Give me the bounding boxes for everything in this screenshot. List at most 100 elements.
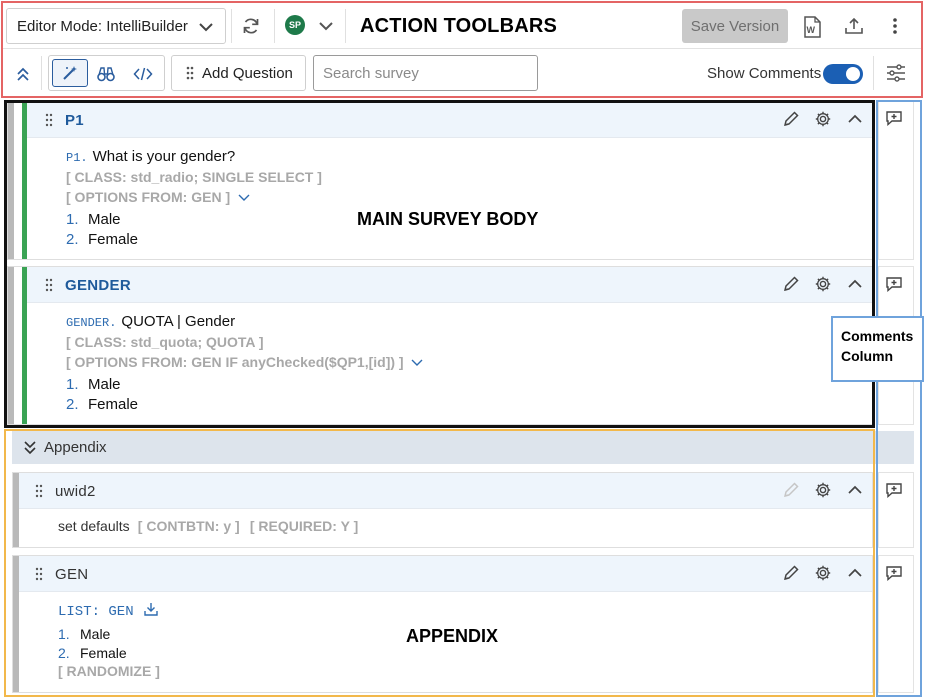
- add-comment-icon[interactable]: [885, 565, 903, 581]
- option-label: Female: [80, 645, 127, 661]
- comments-column-label: Comments Column: [831, 316, 924, 382]
- chevron-down-icon[interactable]: [411, 357, 423, 367]
- appendix-section-header[interactable]: Appendix: [12, 431, 914, 464]
- question-card-gender[interactable]: GENDER GENDER. QUOTA | Gender [ CLASS: st…: [7, 266, 873, 425]
- save-version-button[interactable]: Save Version: [682, 9, 788, 43]
- options-from-label: [ OPTIONS FROM: GEN ]: [66, 189, 231, 205]
- list-header: LIST: GEN: [58, 602, 862, 620]
- question-name: GENDER: [65, 277, 131, 294]
- word-document-icon: W: [804, 16, 821, 38]
- gear-icon[interactable]: [814, 481, 832, 499]
- editor-mode-select[interactable]: Editor Mode: IntelliBuilder: [6, 8, 226, 44]
- drag-handle-icon[interactable]: [35, 567, 43, 581]
- drag-handle-icon[interactable]: [45, 278, 53, 292]
- download-icon[interactable]: [144, 602, 158, 616]
- question-class-meta: [ CLASS: std_radio; SINGLE SELECT ]: [66, 169, 322, 185]
- option-number: 2.: [58, 645, 70, 661]
- share-export-button[interactable]: [842, 14, 866, 38]
- question-text: What is your gender?: [92, 148, 236, 165]
- drag-handle-icon[interactable]: [35, 484, 43, 498]
- question-actions: [782, 564, 864, 582]
- more-options-button[interactable]: [886, 14, 904, 38]
- option-number: 1.: [66, 211, 79, 228]
- filter-settings-button[interactable]: [885, 62, 907, 84]
- upload-icon: [845, 17, 863, 34]
- chevron-up-icon[interactable]: [846, 110, 864, 128]
- pencil-icon[interactable]: [782, 564, 800, 582]
- chevron-up-icon[interactable]: [846, 275, 864, 293]
- question-header: uwid2: [19, 473, 872, 509]
- add-question-label: Add Question: [202, 64, 293, 82]
- appendix-card-gen[interactable]: GEN LIST: GEN 1. Male 2. Female [ RANDOMIZ…: [12, 555, 873, 693]
- search-input[interactable]: [313, 55, 538, 91]
- comments-label-line2: Column: [841, 348, 894, 364]
- toolbar-row-2: Add Question Show Comments: [3, 50, 921, 96]
- kebab-menu-icon: [893, 18, 897, 34]
- pencil-icon: [783, 482, 799, 498]
- question-actions: [782, 110, 864, 128]
- binoculars-icon: [97, 67, 115, 82]
- gear-icon[interactable]: [814, 110, 832, 128]
- add-comment-icon[interactable]: [885, 482, 903, 498]
- option-label: Female: [88, 396, 139, 413]
- appendix-card-uwid2[interactable]: uwid2 set defaults [ CONTBTN: y ] [ REQU…: [12, 472, 873, 548]
- options-from-label: [ OPTIONS FROM: GEN IF anyChecked($QP1,[…: [66, 354, 404, 370]
- question-name: P1: [65, 112, 84, 129]
- preview-view-button[interactable]: [95, 64, 117, 84]
- question-header: GEN: [19, 556, 872, 592]
- edit-view-button[interactable]: [52, 59, 88, 87]
- question-text: set defaults: [58, 518, 130, 534]
- svg-text:W: W: [807, 25, 816, 35]
- show-comments-label: Show Comments: [707, 65, 822, 82]
- question-body: GENDER. QUOTA | Gender [ CLASS: std_quota…: [66, 313, 862, 413]
- question-indent-bar: [8, 102, 14, 259]
- option-number: 2.: [66, 396, 79, 413]
- divider: [873, 56, 874, 90]
- drag-handle-icon[interactable]: [45, 113, 53, 127]
- appendix-annotation-label: APPENDIX: [406, 626, 499, 646]
- collapse-all-button[interactable]: [12, 63, 34, 85]
- user-menu-button[interactable]: [315, 15, 337, 37]
- option-item: 2. Female: [66, 396, 862, 413]
- refresh-button[interactable]: [239, 14, 263, 38]
- chevron-down-icon: [319, 22, 333, 31]
- comments-label-line1: Comments: [841, 328, 914, 344]
- divider: [274, 9, 275, 43]
- divider: [231, 9, 232, 43]
- contbtn-meta: [ CONTBTN: y ]: [137, 518, 240, 534]
- main-survey-body-label: MAIN SURVEY BODY: [357, 209, 539, 229]
- add-comment-icon[interactable]: [885, 276, 903, 292]
- gear-icon[interactable]: [814, 564, 832, 582]
- question-options-meta[interactable]: [ OPTIONS FROM: GEN ]: [66, 189, 862, 205]
- option-item: 1. Male: [66, 376, 862, 393]
- view-mode-group: [48, 55, 165, 91]
- question-class-meta: [ CLASS: std_quota; QUOTA ]: [66, 334, 264, 350]
- code-view-button[interactable]: [131, 64, 155, 84]
- option-number: 2.: [66, 231, 79, 248]
- pencil-icon[interactable]: [782, 275, 800, 293]
- gear-icon[interactable]: [814, 275, 832, 293]
- chevron-down-icon[interactable]: [238, 192, 250, 202]
- pencil-icon[interactable]: [782, 110, 800, 128]
- question-options-meta[interactable]: [ OPTIONS FROM: GEN IF anyChecked($QP1,[…: [66, 354, 862, 370]
- question-card-p1[interactable]: P1 P1. What is your gender? [ CLASS: std_…: [7, 101, 873, 260]
- chevron-up-icon[interactable]: [846, 564, 864, 582]
- chevron-down-icon: [199, 23, 213, 32]
- export-word-button[interactable]: W: [800, 14, 824, 40]
- show-comments-toggle[interactable]: [823, 64, 863, 84]
- question-body: set defaults [ CONTBTN: y ] [ REQUIRED: …: [58, 518, 862, 535]
- option-number: 1.: [66, 376, 79, 393]
- appendix-label: Appendix: [44, 439, 107, 456]
- question-body: P1. What is your gender? [ CLASS: std_rad…: [66, 148, 862, 248]
- chevron-up-icon[interactable]: [846, 481, 864, 499]
- double-chevron-down-icon[interactable]: [22, 440, 38, 456]
- toolbar-annotation-label: ACTION TOOLBARS: [360, 15, 558, 37]
- add-comment-icon[interactable]: [885, 110, 903, 126]
- refresh-icon: [243, 18, 259, 34]
- avatar[interactable]: SP: [285, 15, 305, 35]
- question-indent-bar: [8, 267, 14, 424]
- option-label: Female: [88, 231, 139, 248]
- add-question-button[interactable]: Add Question: [171, 55, 306, 91]
- divider: [41, 56, 42, 90]
- randomize-meta: [ RANDOMIZE ]: [58, 663, 160, 679]
